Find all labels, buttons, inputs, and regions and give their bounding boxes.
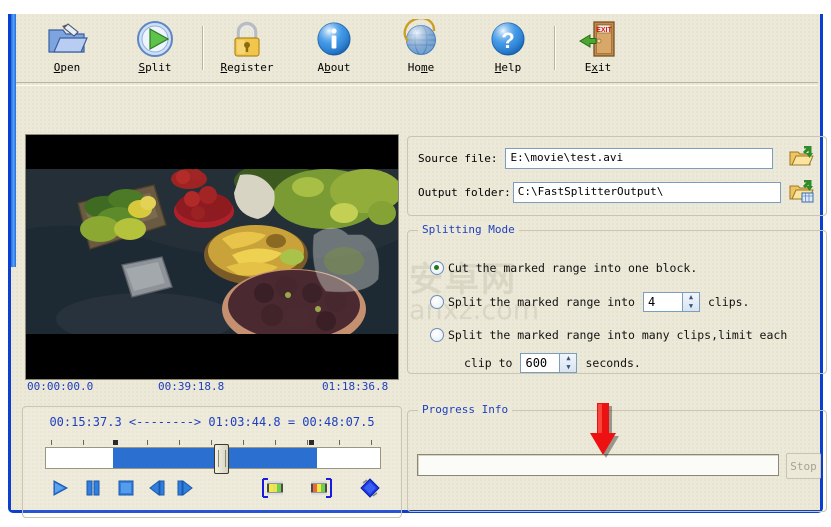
source-file-input[interactable]: E:\movie\test.avi: [505, 148, 774, 169]
toolbar-label-split: Split: [138, 61, 172, 74]
step-forward-icon: [177, 479, 193, 497]
diamond-icon: [360, 478, 380, 498]
toolbar-button-register[interactable]: Register: [208, 18, 286, 80]
exit-door-icon: EXIT: [578, 18, 618, 60]
question-icon: ?: [489, 18, 527, 60]
video-frame-image: [26, 169, 398, 334]
splitting-mode-legend: Splitting Mode: [418, 223, 519, 236]
play-split-icon: [135, 18, 175, 60]
clip-seconds-arrows[interactable]: ▲ ▼: [559, 354, 577, 372]
mark-in-button[interactable]: [259, 475, 289, 501]
progress-legend: Progress Info: [418, 403, 513, 416]
output-folder-label: Output folder:: [418, 186, 511, 199]
toolbar-separator-2: [554, 26, 556, 70]
pause-icon: [86, 480, 100, 496]
clip-seconds-spinner[interactable]: 600 ▲ ▼: [520, 353, 578, 373]
timeline-label-end: 01:18:36.8: [322, 380, 389, 393]
step-back-icon: [149, 479, 165, 497]
browse-source-button[interactable]: [788, 145, 814, 170]
clip-seconds-down-arrow[interactable]: ▼: [560, 363, 576, 372]
clips-count-arrows[interactable]: ▲ ▼: [681, 293, 699, 311]
toolbar-button-help[interactable]: ? Help: [469, 18, 547, 80]
toolbar-label-register: Register: [220, 61, 274, 74]
splitting-mode-group: Splitting Mode Cut the marked range into…: [407, 223, 827, 374]
toolbar-divider: [16, 82, 818, 86]
open-folder-output-icon: [789, 179, 814, 203]
split-option-one-block[interactable]: Cut the marked range into one block.: [430, 261, 697, 275]
main-window: Open Split Register About Home ? Help EX…: [8, 14, 827, 518]
radio-limit-seconds[interactable]: [430, 328, 444, 342]
timeline-label-middle: 00:39:18.8: [158, 380, 225, 393]
globe-icon: [401, 18, 441, 60]
toolbar-separator-1: [202, 26, 204, 70]
toolbar-button-exit[interactable]: EXIT Exit: [559, 18, 637, 80]
clip-seconds-up-arrow[interactable]: ▲: [560, 354, 576, 363]
files-group: Source file: E:\movie\test.avi Output fo…: [407, 136, 827, 216]
play-icon: [53, 480, 69, 496]
radio-n-clips[interactable]: [430, 295, 444, 309]
timeline-slider[interactable]: [45, 444, 381, 474]
stop-icon: [118, 480, 134, 496]
next-frame-button[interactable]: [172, 475, 198, 501]
toolbar-label-home: Home: [407, 61, 435, 74]
split-option-limit-seconds[interactable]: Split the marked range into many clips,l…: [430, 328, 787, 342]
svg-text:EXIT: EXIT: [596, 27, 612, 34]
clip-limit-row[interactable]: clip to 600 ▲ ▼ seconds.: [464, 353, 641, 373]
toolbar-button-home[interactable]: Home: [382, 18, 460, 80]
client-area: Open Split Register About Home ? Help EX…: [11, 14, 827, 518]
split-option-n-clips[interactable]: Split the marked range into 4 ▲ ▼ clips.: [430, 292, 749, 312]
trim-panel: 00:15:37.3 <--------> 01:03:44.8 = 00:48…: [22, 406, 402, 518]
split-option-n-clips-label-after: clips.: [707, 295, 750, 309]
red-down-arrow-annotation: [589, 403, 623, 463]
toolbar-button-open[interactable]: Open: [28, 18, 106, 80]
toolbar-label-about: About: [317, 61, 351, 74]
pause-button[interactable]: [80, 475, 106, 501]
clips-count-up-arrow[interactable]: ▲: [683, 293, 699, 302]
toolbar: Open Split Register About Home ? Help EX…: [16, 14, 820, 82]
timeline-labels: 00:00:00.0 00:39:18.8 01:18:36.8: [25, 380, 399, 396]
source-file-row: Source file: E:\movie\test.avi: [418, 148, 774, 169]
toolbar-button-about[interactable]: About: [295, 18, 373, 80]
svg-text:?: ?: [501, 28, 514, 53]
output-folder-row: Output folder: C:\FastSplitterOutput\: [418, 182, 781, 203]
film-mark-in-icon: [262, 478, 283, 498]
video-preview[interactable]: [25, 134, 399, 380]
mark-out-button[interactable]: [305, 475, 335, 501]
radio-one-block[interactable]: [430, 261, 444, 275]
clips-count-spinner[interactable]: 4 ▲ ▼: [642, 292, 700, 312]
goto-button[interactable]: [357, 475, 383, 501]
open-folder-icon: [46, 18, 88, 60]
toolbar-label-open: Open: [53, 61, 81, 74]
split-option-limit-label: Split the marked range into many clips,l…: [448, 328, 788, 342]
open-folder-browse-icon: [789, 145, 814, 166]
prev-frame-button[interactable]: [145, 475, 171, 501]
play-button[interactable]: [47, 475, 73, 501]
browse-output-button[interactable]: [788, 179, 814, 204]
timeline-label-start: 00:00:00.0: [27, 380, 94, 393]
stop-button[interactable]: Stop: [786, 453, 821, 479]
split-option-n-clips-label-before: Split the marked range into: [448, 295, 635, 309]
source-file-label: Source file:: [418, 152, 498, 165]
marked-range-text: 00:15:37.3 <--------> 01:03:44.8 = 00:48…: [49, 415, 375, 429]
clip-limit-label-after: seconds.: [585, 356, 641, 370]
slider-thumb[interactable]: [213, 444, 229, 474]
toolbar-button-split[interactable]: Split: [116, 18, 194, 80]
clips-count-value[interactable]: 4: [644, 293, 682, 311]
playback-controls: [23, 475, 401, 507]
clip-seconds-value[interactable]: 600: [521, 354, 559, 372]
toolbar-label-help: Help: [494, 61, 522, 74]
output-folder-input[interactable]: C:\FastSplitterOutput\: [512, 182, 781, 203]
clip-limit-label-before: clip to: [464, 356, 513, 370]
toolbar-label-exit: Exit: [584, 61, 612, 74]
info-icon: [315, 18, 353, 60]
clips-count-down-arrow[interactable]: ▼: [683, 302, 699, 311]
stop-playback-button[interactable]: [113, 475, 139, 501]
split-option-one-block-label: Cut the marked range into one block.: [448, 261, 698, 275]
film-mark-out-icon: [311, 478, 332, 498]
padlock-icon: [229, 18, 265, 60]
